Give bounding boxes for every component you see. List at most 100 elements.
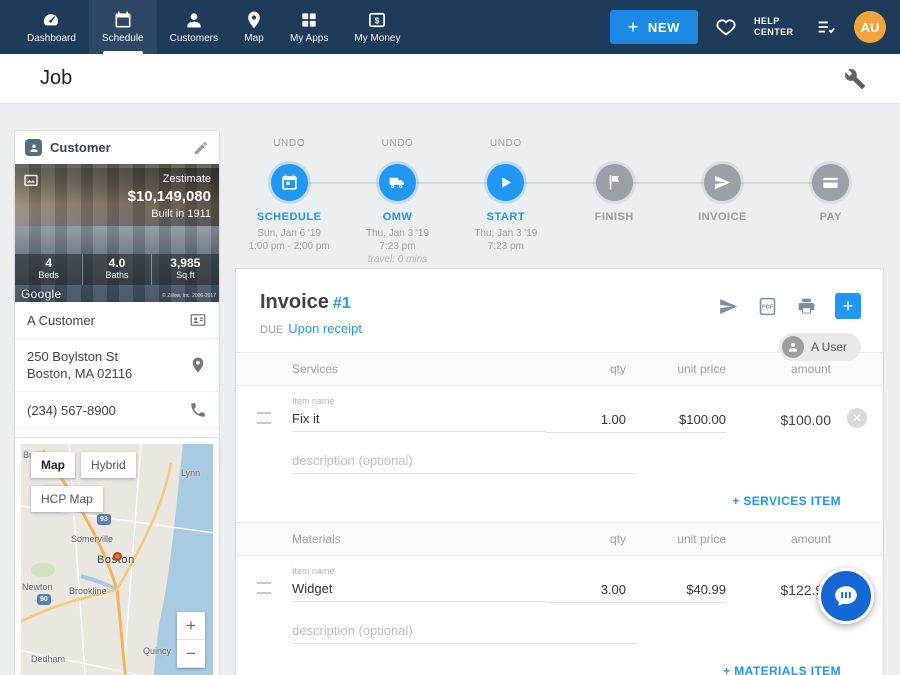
stage-label: START xyxy=(487,211,525,223)
invoice-title: Invoice xyxy=(260,291,329,313)
send-invoice-icon[interactable] xyxy=(718,296,739,317)
stage-schedule: UNDO SCHEDULE Sun, Jan 6 '19 1:00 pm - 2… xyxy=(235,138,343,266)
stat-label: Beds xyxy=(15,270,82,281)
stage-label: PAY xyxy=(820,211,842,223)
unit-price-column-header: unit price xyxy=(626,532,726,546)
undo-schedule-link[interactable]: UNDO xyxy=(273,138,305,164)
svg-text:PDF: PDF xyxy=(762,304,774,310)
google-watermark: Google xyxy=(21,287,62,301)
heart-icon[interactable] xyxy=(715,16,737,38)
customer-icon xyxy=(25,139,42,156)
invoice-send-icon[interactable] xyxy=(704,164,741,201)
stage-label: FINISH xyxy=(595,211,634,223)
customer-card-title: Customer xyxy=(50,140,185,155)
map-type-hybrid-button[interactable]: Hybrid xyxy=(81,452,136,478)
zestimate-block: Zestimate $10,149,080 Built in 1911 xyxy=(15,168,219,226)
service-qty-input[interactable] xyxy=(546,408,626,433)
stage-label: INVOICE xyxy=(698,211,747,223)
add-invoice-button[interactable]: + xyxy=(835,293,861,319)
new-button[interactable]: + NEW xyxy=(610,10,698,44)
label-spacer xyxy=(626,566,726,578)
customer-name: A Customer xyxy=(27,312,189,329)
undo-start-link[interactable]: UNDO xyxy=(490,138,522,164)
stat-value: 4 xyxy=(15,257,82,270)
map-city-label: Brookline xyxy=(69,586,107,596)
stat-value: 4.0 xyxy=(83,257,150,270)
finish-flag-icon[interactable] xyxy=(596,164,633,201)
drag-handle-icon[interactable] xyxy=(257,412,271,424)
edit-pencil-icon[interactable] xyxy=(193,140,209,156)
nav-item-dashboard[interactable]: Dashboard xyxy=(14,0,89,54)
pay-card-icon[interactable] xyxy=(812,164,849,201)
material-name-input[interactable] xyxy=(292,577,546,602)
stage-finish: FINISH xyxy=(560,138,668,266)
map-city-label: Quincy xyxy=(143,646,171,656)
nav-item-schedule[interactable]: Schedule xyxy=(89,0,157,54)
nav-item-my-money[interactable]: $ My Money xyxy=(341,0,413,54)
service-name-input[interactable] xyxy=(292,407,546,432)
hcp-map-button[interactable]: HCP Map xyxy=(31,486,103,512)
undo-omw-link[interactable]: UNDO xyxy=(382,138,414,164)
material-name-field: Item name xyxy=(292,566,546,602)
omw-truck-icon[interactable] xyxy=(379,164,416,201)
material-unit-price-input[interactable] xyxy=(626,578,726,603)
phone-icon[interactable] xyxy=(189,401,207,419)
materials-section-label: Materials xyxy=(292,532,546,546)
material-qty-input[interactable] xyxy=(546,578,626,603)
highway-shield-93: 93 xyxy=(97,514,111,525)
service-description-input[interactable] xyxy=(292,449,637,474)
stage-pay: PAY xyxy=(777,138,885,266)
help-center-link[interactable]: HELP CENTER xyxy=(754,16,798,38)
invoice-number-link[interactable]: #1 xyxy=(333,295,351,312)
contact-card-icon[interactable] xyxy=(189,311,207,329)
add-services-item-link[interactable]: + SERVICES ITEM xyxy=(732,494,841,508)
add-materials-item-link[interactable]: + MATERIALS ITEM xyxy=(723,664,841,675)
remove-service-item-button[interactable]: ✕ xyxy=(847,408,867,428)
map-type-map-button[interactable]: Map xyxy=(31,452,75,478)
due-terms-link[interactable]: Upon receipt xyxy=(288,321,362,336)
assignee-name: A User xyxy=(811,340,847,354)
map-canvas[interactable]: Burlington Lynn Somerville Boston Brookl… xyxy=(21,444,213,675)
nav-label: My Apps xyxy=(290,33,328,44)
stat-sqft: 3,985 Sq.ft xyxy=(151,254,219,285)
content: Customer Zestimate $10,149,080 Built in … xyxy=(0,104,900,675)
job-tools-wrench-icon[interactable] xyxy=(844,68,866,90)
highway-shield-90: 90 xyxy=(37,594,51,605)
service-unit-price-input[interactable] xyxy=(626,408,726,433)
tasks-checklist-icon[interactable] xyxy=(815,16,837,38)
zillow-copyright: © Zillow, Inc. 2006-2017 xyxy=(162,293,216,299)
unit-price-column-header: unit price xyxy=(626,362,726,376)
start-play-icon[interactable] xyxy=(487,164,524,201)
schedule-calendar-icon[interactable] xyxy=(271,164,308,201)
nav-item-customers[interactable]: Customers xyxy=(157,0,231,54)
assignee-chip[interactable]: A User xyxy=(779,333,861,361)
nav-item-my-apps[interactable]: My Apps xyxy=(277,0,341,54)
stage-time: 7:23 pm xyxy=(379,240,415,253)
nav-items: Dashboard Schedule Customers Map xyxy=(14,0,413,54)
job-status-timeline: UNDO SCHEDULE Sun, Jan 6 '19 1:00 pm - 2… xyxy=(235,138,885,266)
customer-phone-row: (234) 567-8900 xyxy=(15,392,219,429)
print-icon[interactable] xyxy=(796,296,817,317)
chat-bubble-icon xyxy=(833,583,859,609)
property-stats: 4 Beds 4.0 Baths 3,985 Sq.ft xyxy=(15,254,219,285)
material-unit-price-field xyxy=(626,566,726,603)
chat-support-button[interactable] xyxy=(818,568,874,624)
nav-item-map[interactable]: Map xyxy=(231,0,277,54)
user-avatar[interactable]: AU xyxy=(854,11,886,43)
add-service-row: + SERVICES ITEM xyxy=(236,480,883,522)
top-nav: Dashboard Schedule Customers Map xyxy=(0,0,900,54)
stat-label: Sq.ft xyxy=(152,270,219,281)
app-window: Dashboard Schedule Customers Map xyxy=(0,0,900,675)
material-item-row: Item name $122.97 ✕ xyxy=(236,556,883,603)
services-section-label: Services xyxy=(292,362,546,376)
zoom-in-button[interactable]: + xyxy=(177,612,205,640)
material-description-input[interactable] xyxy=(292,619,637,644)
built-year: Built in 1911 xyxy=(23,207,211,222)
nav-label: Dashboard xyxy=(27,33,76,44)
location-pin-icon[interactable] xyxy=(189,356,207,374)
pdf-icon[interactable]: PDF xyxy=(757,296,778,317)
drag-handle-icon[interactable] xyxy=(257,582,271,594)
label-spacer xyxy=(626,396,726,408)
zoom-out-button[interactable]: − xyxy=(177,640,205,668)
amount-column-header: amount xyxy=(726,532,831,546)
